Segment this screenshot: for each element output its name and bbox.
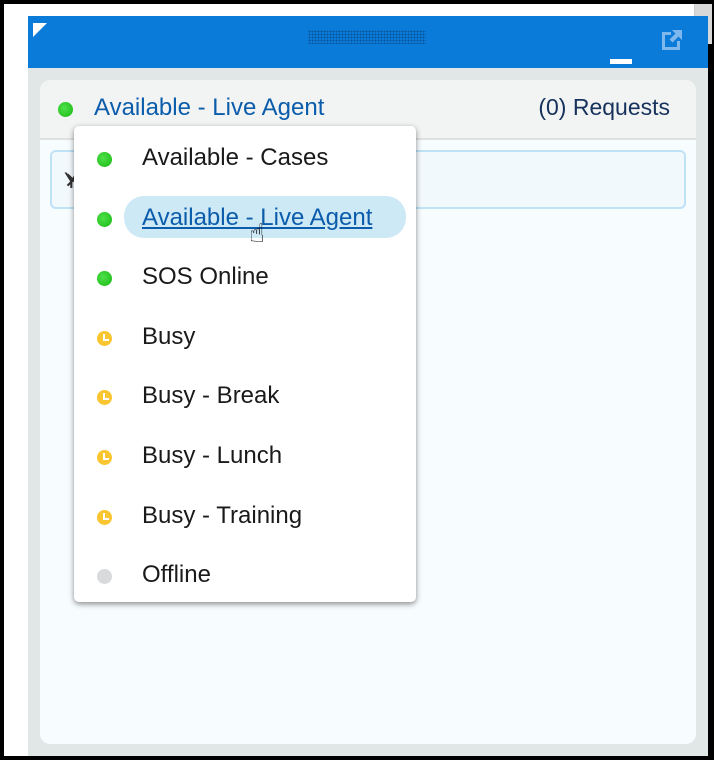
menu-item-label: SOS Online bbox=[142, 263, 269, 291]
busy-clock-icon bbox=[97, 509, 112, 525]
busy-clock-icon bbox=[97, 330, 112, 346]
available-status-icon bbox=[97, 271, 112, 287]
available-status-icon bbox=[97, 152, 112, 167]
available-status-icon bbox=[58, 102, 73, 117]
corner-icon bbox=[33, 23, 47, 37]
requests-count: (0) Requests bbox=[538, 94, 670, 120]
menu-item-label: Busy - Lunch bbox=[142, 441, 283, 469]
menu-item-label: Busy - Training bbox=[142, 501, 303, 529]
menu-item-label: Available - Cases bbox=[142, 144, 329, 171]
menu-item-offline[interactable]: Offline bbox=[74, 545, 416, 605]
menu-item-label: Busy bbox=[142, 322, 196, 350]
offline-status-icon bbox=[97, 569, 112, 585]
menu-item-available-live-agent[interactable]: Available - Live Agent ☝ bbox=[74, 188, 416, 248]
busy-clock-icon bbox=[97, 449, 112, 465]
menu-item-label: Busy - Break bbox=[142, 382, 280, 410]
menu-item-sos-online[interactable]: SOS Online bbox=[74, 247, 416, 307]
menu-item-available-cases[interactable]: Available - Cases bbox=[74, 128, 416, 188]
menu-item-label: Offline bbox=[142, 561, 211, 589]
status-menu: Available - Cases Available - Live Agent… bbox=[74, 126, 416, 602]
panel-header bbox=[28, 16, 708, 68]
popout-icon[interactable] bbox=[660, 28, 684, 52]
menu-item-busy-training[interactable]: Busy - Training bbox=[74, 486, 416, 546]
menu-item-busy-lunch[interactable]: Busy - Lunch bbox=[74, 426, 416, 486]
menu-item-busy[interactable]: Busy bbox=[74, 307, 416, 367]
hand-cursor-icon: ☝ bbox=[249, 217, 265, 248]
available-status-icon bbox=[97, 211, 112, 227]
current-status-dropdown[interactable]: Available - Live Agent bbox=[94, 94, 324, 122]
busy-clock-icon bbox=[97, 390, 112, 406]
minimize-button[interactable] bbox=[610, 42, 632, 66]
menu-item-busy-break[interactable]: Busy - Break bbox=[74, 366, 416, 426]
drag-handle[interactable] bbox=[308, 30, 426, 44]
